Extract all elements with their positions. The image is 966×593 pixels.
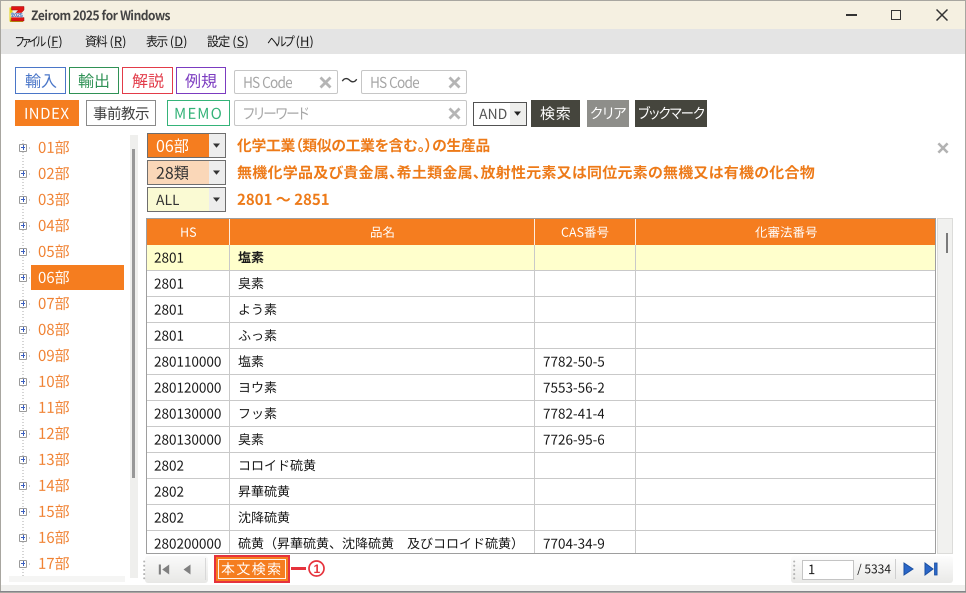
- svg-text:1: 1: [313, 562, 320, 576]
